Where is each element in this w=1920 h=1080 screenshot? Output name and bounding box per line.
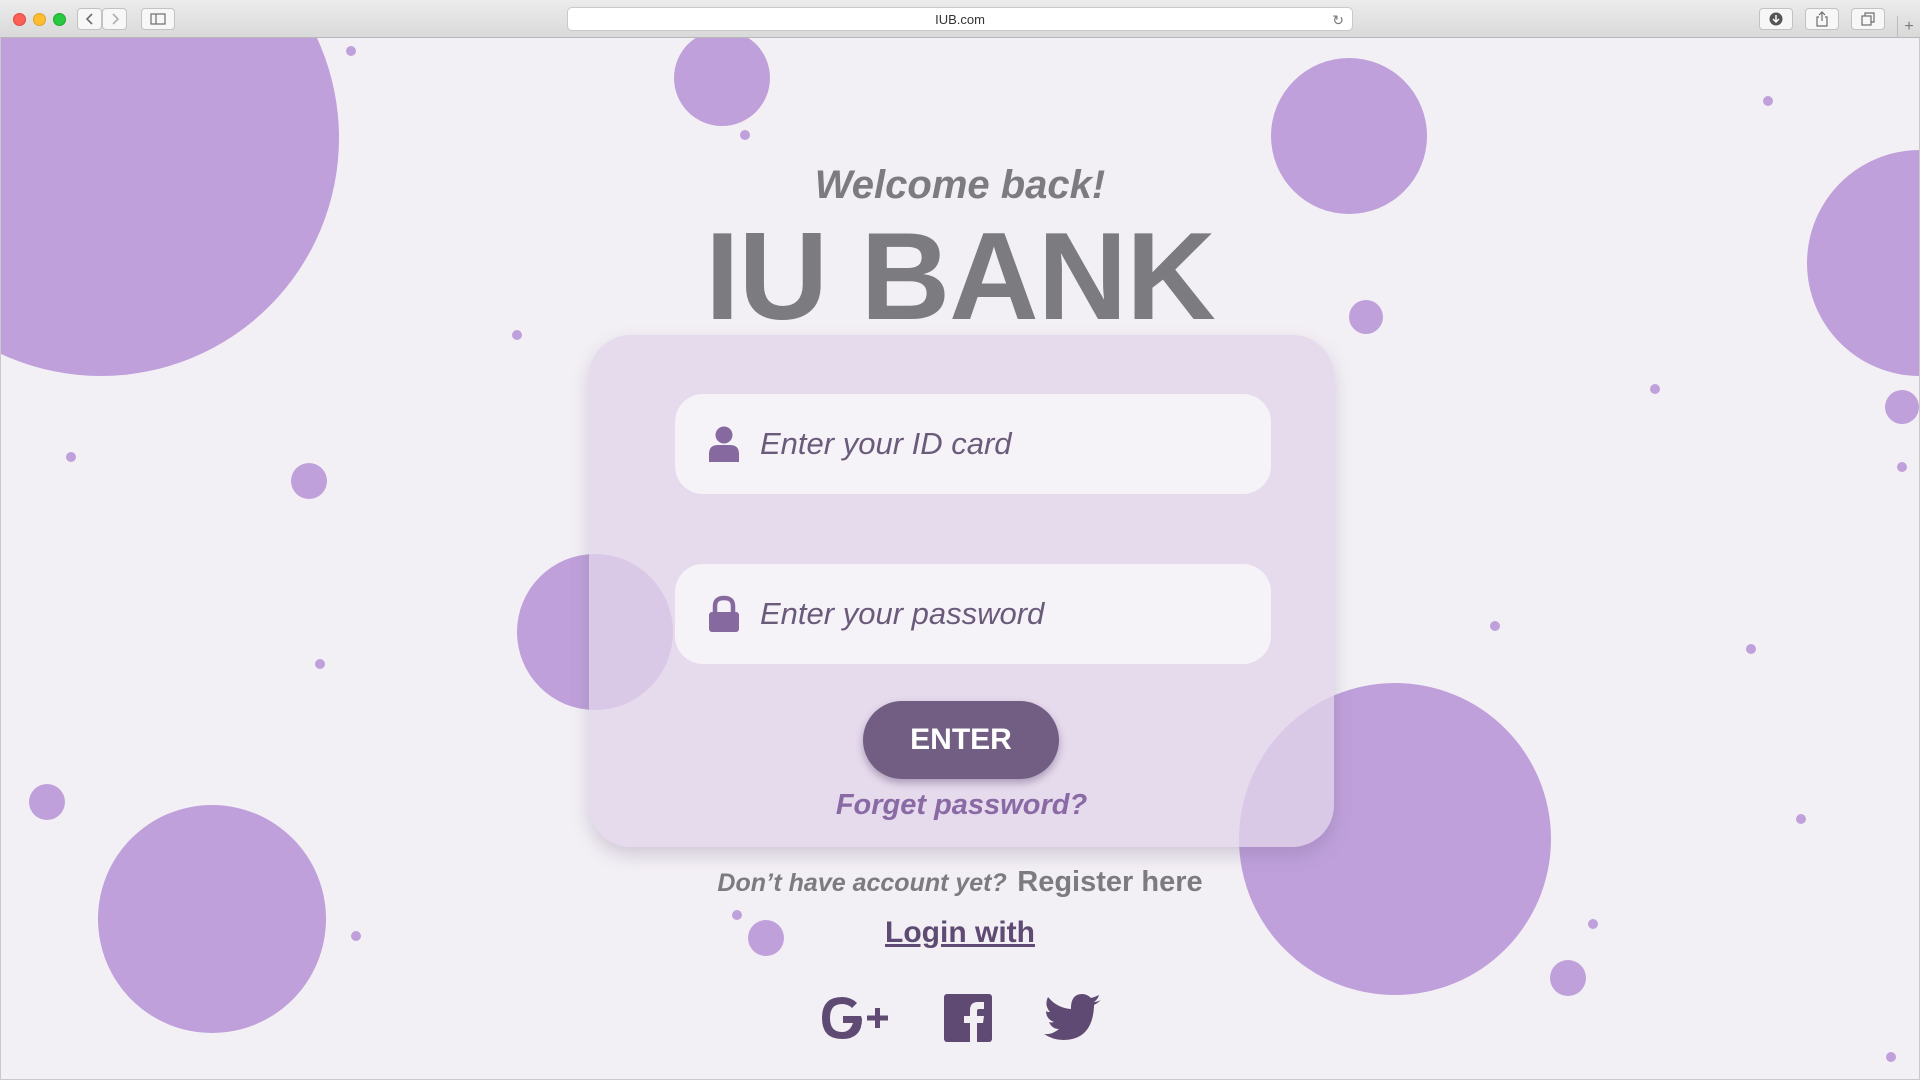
decor-dot — [1886, 1052, 1896, 1062]
lock-icon — [709, 595, 739, 632]
password-input[interactable] — [758, 595, 1242, 633]
welcome-text: Welcome back! — [814, 163, 1106, 207]
browser-toolbar: IUB.com ↻ + — [0, 0, 1920, 38]
decor-dot — [1650, 384, 1660, 394]
decor-bubble — [1550, 960, 1586, 996]
forward-button[interactable] — [102, 8, 127, 30]
user-icon — [709, 426, 739, 462]
share-icon — [1816, 11, 1828, 27]
tabs-icon — [1861, 12, 1875, 26]
new-tab-button[interactable]: + — [1897, 16, 1920, 38]
id-card-input[interactable] — [758, 425, 1242, 463]
minimize-window-button[interactable] — [33, 13, 46, 26]
login-card: ENTER Forget password? — [589, 335, 1334, 847]
decor-dot — [315, 659, 325, 669]
sidebar-icon — [150, 13, 166, 25]
zoom-window-button[interactable] — [53, 13, 66, 26]
sidebar-button[interactable] — [141, 8, 175, 30]
decor-bubble — [674, 38, 770, 126]
decor-dot — [1490, 621, 1500, 631]
login-page: Welcome back! IU BANK ENTER Forget passw… — [1, 38, 1919, 1079]
decor-dot — [1746, 644, 1756, 654]
decor-dot — [66, 452, 76, 462]
decor-dot — [1897, 462, 1907, 472]
url-text: IUB.com — [935, 11, 985, 27]
decor-dot — [1763, 96, 1773, 106]
reload-icon[interactable]: ↻ — [1332, 12, 1344, 29]
register-link[interactable]: Register here — [1017, 866, 1202, 898]
decor-dot — [346, 46, 356, 56]
share-button[interactable] — [1805, 8, 1839, 30]
download-icon — [1769, 12, 1783, 26]
page-title: IU BANK — [705, 208, 1216, 346]
google-plus-icon[interactable] — [819, 993, 893, 1043]
chevron-left-icon — [85, 13, 93, 25]
back-button[interactable] — [77, 8, 102, 30]
decor-bubble — [29, 784, 65, 820]
register-line: Don’t have account yet? Register here — [1, 866, 1919, 899]
forget-password-link[interactable]: Forget password? — [589, 789, 1334, 822]
decor-bubble — [1885, 390, 1919, 424]
login-with-heading: Login with — [885, 916, 1035, 949]
address-bar[interactable]: IUB.com ↻ — [567, 7, 1353, 31]
close-window-button[interactable] — [13, 13, 26, 26]
twitter-icon[interactable] — [1044, 993, 1102, 1043]
chevron-right-icon — [111, 13, 119, 25]
tabs-overview-button[interactable] — [1851, 8, 1885, 30]
password-field[interactable] — [675, 564, 1271, 664]
facebook-icon[interactable] — [944, 993, 992, 1043]
downloads-button[interactable] — [1759, 8, 1793, 30]
enter-button[interactable]: ENTER — [863, 701, 1059, 779]
decor-bubble — [291, 463, 327, 499]
decor-dot — [1796, 814, 1806, 824]
id-card-field[interactable] — [675, 394, 1271, 494]
register-question: Don’t have account yet? — [717, 869, 1007, 897]
decor-dot — [740, 130, 750, 140]
